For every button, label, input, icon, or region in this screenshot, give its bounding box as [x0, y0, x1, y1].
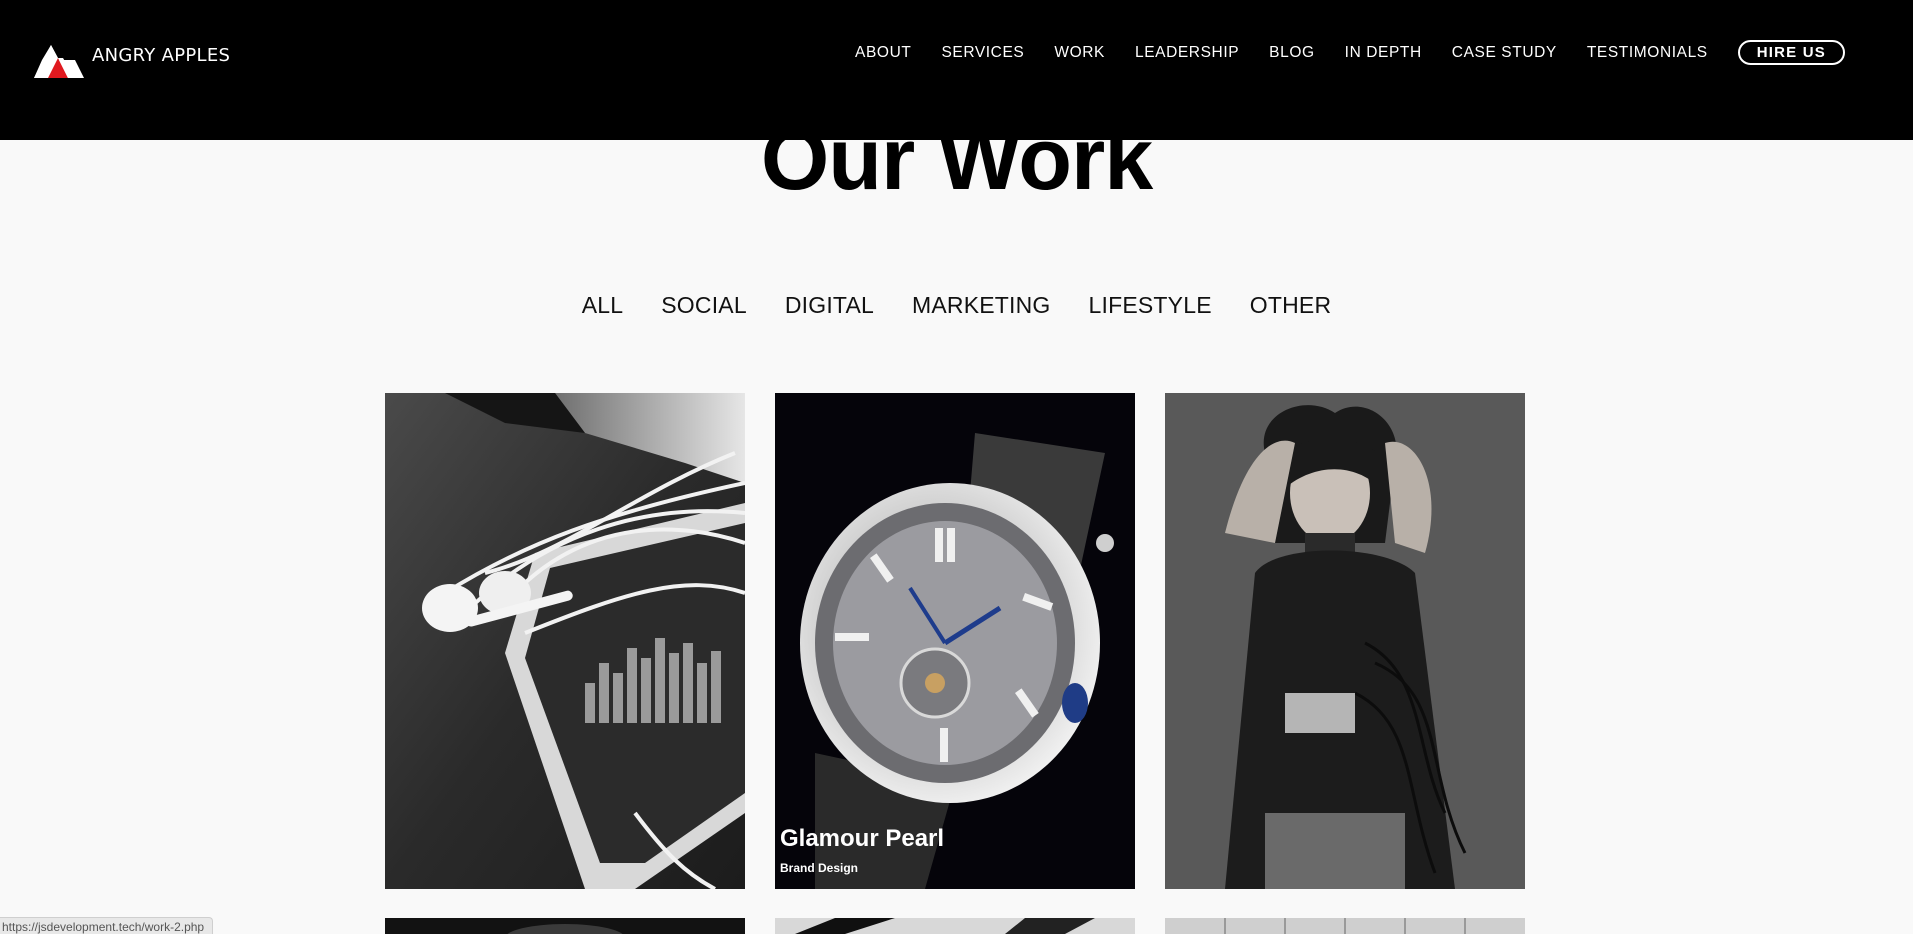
category-filters: ALL SOCIAL DIGITAL MARKETING LIFESTYLE O…	[0, 292, 1913, 319]
angry-apples-logo-icon	[34, 28, 84, 78]
filter-other[interactable]: OTHER	[1250, 292, 1332, 319]
nav-leadership[interactable]: LEADERSHIP	[1135, 44, 1239, 62]
nav-about[interactable]: ABOUT	[855, 44, 911, 62]
filter-social[interactable]: SOCIAL	[661, 292, 747, 319]
monochrome-image	[775, 918, 1135, 934]
hire-us-button[interactable]: HIRE US	[1737, 40, 1845, 65]
card-title: Glamour Pearl	[780, 825, 945, 852]
nav-testimonials[interactable]: TESTIMONIALS	[1587, 44, 1708, 62]
nav-work[interactable]: WORK	[1054, 44, 1105, 62]
nav-case-study[interactable]: CASE STUDY	[1452, 44, 1557, 62]
brand-name: ANGRY APPLES	[92, 44, 231, 66]
browser-status-bar: https://jsdevelopment.tech/work-2.php	[0, 917, 214, 934]
portrait-image	[385, 918, 745, 934]
filter-all[interactable]: ALL	[582, 292, 624, 319]
interior-image	[1165, 918, 1525, 934]
nav-blog[interactable]: BLOG	[1269, 44, 1314, 62]
nav-in-depth[interactable]: IN DEPTH	[1345, 44, 1422, 62]
portfolio-item[interactable]: Glamour Pearl Brand Design	[775, 393, 1135, 889]
portfolio-item[interactable]	[385, 393, 745, 889]
filter-digital[interactable]: DIGITAL	[785, 292, 874, 319]
portfolio-item[interactable]	[385, 918, 745, 934]
portfolio-item[interactable]	[1165, 393, 1525, 889]
nav-services[interactable]: SERVICES	[941, 44, 1024, 62]
portfolio-item[interactable]	[775, 918, 1135, 934]
earphones-phone-image	[385, 393, 745, 889]
filter-lifestyle[interactable]: LIFESTYLE	[1089, 292, 1212, 319]
site-header: ANGRY APPLES ABOUT SERVICES WORK LEADERS…	[0, 0, 1913, 140]
card-caption: Glamour Pearl Brand Design	[780, 825, 944, 875]
card-subtitle: Brand Design	[780, 861, 859, 875]
brand-logo[interactable]: ANGRY APPLES	[34, 28, 230, 78]
portfolio-item[interactable]	[1165, 918, 1525, 934]
main-nav: ABOUT SERVICES WORK LEADERSHIP BLOG IN D…	[825, 40, 1845, 65]
luxury-watch-image	[775, 393, 1135, 889]
filter-marketing[interactable]: MARKETING	[912, 292, 1051, 319]
fashion-model-image	[1165, 393, 1525, 889]
